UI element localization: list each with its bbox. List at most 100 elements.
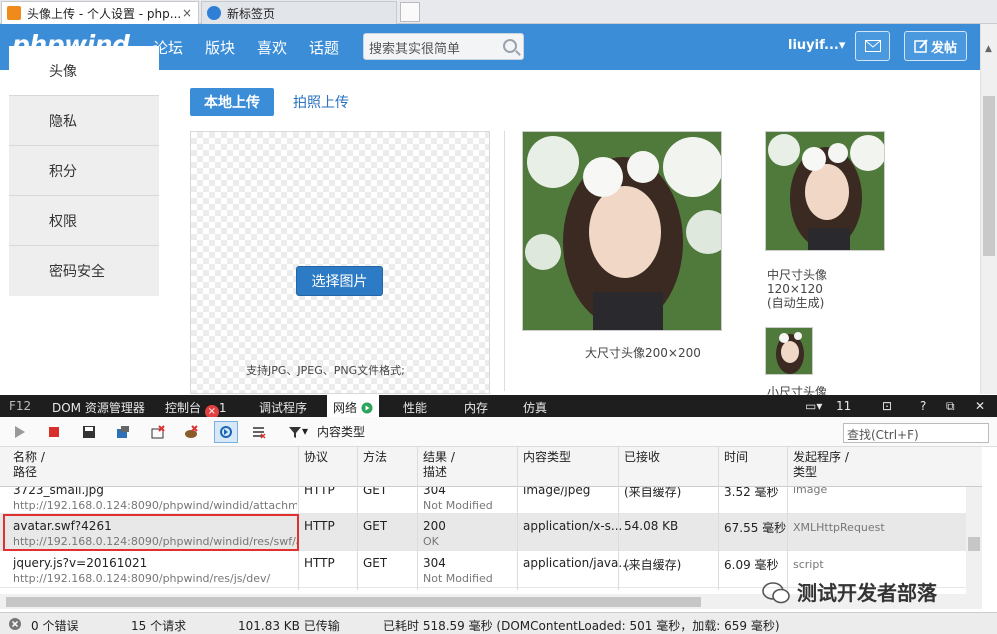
tab-local-upload[interactable]: 本地上传 [190, 88, 274, 116]
avatar-preview-small [765, 327, 813, 375]
tab-network[interactable]: 网络 [327, 395, 379, 417]
row-path: http://192.168.0.124:8090/phpwind/windid… [13, 499, 297, 512]
close-devtools-icon[interactable]: ✕ [975, 399, 985, 413]
row-desc: OK [423, 535, 439, 548]
start-profiling-icon[interactable] [13, 425, 27, 439]
clear-cookies-icon[interactable] [184, 425, 198, 439]
sidebar-item-permissions[interactable]: 权限 [9, 196, 159, 246]
row-desc: Not Modified [423, 572, 493, 585]
tab-performance[interactable]: 性能 [403, 399, 427, 416]
portrait-image [523, 132, 721, 330]
watermark-text: 测试开发者部落 [796, 581, 937, 605]
edit-icon [914, 39, 928, 53]
scrollbar-thumb[interactable] [968, 537, 980, 551]
col-method[interactable]: 方法 [363, 450, 387, 465]
row-received: (来自缓存) [624, 487, 682, 499]
column-divider [357, 447, 358, 590]
tab-memory[interactable]: 内存 [464, 399, 488, 416]
tab-console[interactable]: 控制台 × 1 [165, 399, 226, 419]
browser-tab-new[interactable]: 新标签页 [201, 1, 397, 24]
col-received[interactable]: 已接收 [624, 450, 660, 465]
search-icon[interactable] [503, 39, 517, 53]
export-icon[interactable] [82, 425, 96, 439]
table-vertical-scrollbar[interactable] [966, 487, 982, 594]
help-icon[interactable]: ? [920, 399, 926, 413]
stop-profiling-icon[interactable] [47, 425, 61, 439]
scroll-up-icon[interactable]: ▲ [985, 44, 992, 54]
scrollbar-thumb[interactable] [6, 597, 701, 607]
col-protocol[interactable]: 协议 [304, 450, 328, 465]
col-result[interactable]: 结果 / 描述 [423, 450, 455, 480]
tab-debugger[interactable]: 调试程序 [259, 399, 307, 416]
row-result: 304 [423, 556, 446, 570]
nav-boards[interactable]: 版块 [205, 37, 235, 58]
new-tab-button[interactable] [400, 2, 420, 22]
row-method: GET [363, 519, 388, 533]
message-button[interactable] [855, 31, 890, 61]
status-transferred: 101.83 KB 已传输 [238, 619, 340, 633]
page-scrollbar[interactable]: ▲ [980, 24, 997, 394]
browser-tab-label: 新标签页 [227, 6, 276, 21]
table-row[interactable]: 3723_small.jpg http://192.168.0.124:8090… [0, 487, 966, 514]
row-received: (来自缓存) [624, 558, 682, 572]
recording-icon [361, 402, 373, 414]
undock-icon[interactable]: ⧉ [946, 399, 955, 414]
row-type: application/java... [523, 556, 630, 570]
clear-entries-icon[interactable] [151, 425, 165, 439]
browser-tab-avatar-upload[interactable]: 头像上传 - 个人设置 - php... × [1, 1, 199, 24]
filter-dropdown-caret[interactable]: ▾ [302, 424, 308, 438]
row-initiator: XMLHttpRequest [793, 521, 885, 534]
scrollbar-thumb[interactable] [983, 96, 995, 256]
row-initiator: image [793, 487, 828, 496]
devtools-status-bar: 0 个错误 15 个请求 101.83 KB 已传输 已耗时 518.59 毫秒… [0, 612, 997, 634]
clear-cache-icon[interactable] [116, 425, 130, 439]
large-preview-caption: 大尺寸头像200×200 [585, 346, 701, 360]
choose-image-button[interactable]: 选择图片 [296, 266, 383, 296]
sidebar-item-password-security[interactable]: 密码安全 [9, 246, 159, 296]
find-input[interactable]: 查找(Ctrl+F) [843, 423, 989, 443]
console-toggle-icon[interactable]: ⊡ [882, 399, 892, 413]
status-requests: 15 个请求 [131, 619, 187, 633]
col-time[interactable]: 时间 [724, 450, 748, 465]
content-type-filter[interactable]: 内容类型 [317, 423, 365, 440]
medium-caption-size: 120×120 [767, 282, 823, 296]
close-tab-icon[interactable]: × [182, 6, 192, 20]
filter-icon[interactable] [288, 425, 302, 439]
col-initiator-line1: 发起程序 / [793, 450, 849, 464]
row-time: 67.55 毫秒 [724, 521, 787, 535]
tab-dom-explorer[interactable]: DOM 资源管理器 [52, 399, 145, 416]
column-divider [787, 447, 788, 590]
col-initiator-line2: 类型 [793, 465, 818, 479]
col-initiator[interactable]: 发起程序 / 类型 [793, 450, 849, 480]
monitor-count: 11 [836, 399, 852, 413]
always-refresh-toggle[interactable] [214, 421, 238, 443]
tab-network-label: 网络 [333, 401, 358, 415]
row-name: 3723_small.jpg [13, 487, 104, 497]
row-desc: Not Modified [423, 499, 493, 512]
col-content-type[interactable]: 内容类型 [523, 450, 571, 465]
col-name-line1: 名称 / [13, 450, 45, 464]
divider [504, 131, 505, 391]
tab-camera-upload[interactable]: 拍照上传 [293, 92, 349, 112]
tab-emulation[interactable]: 仿真 [523, 399, 547, 416]
upload-drop-area[interactable] [190, 131, 490, 394]
row-protocol: HTTP [304, 487, 335, 497]
user-menu[interactable]: liuyif...▾ [788, 38, 845, 53]
search-input[interactable]: 搜索其实很简单 [363, 33, 524, 60]
monitor-icon[interactable]: ▭▾ [805, 399, 822, 413]
sidebar-item-privacy[interactable]: 隐私 [9, 96, 159, 146]
clear-list-icon[interactable] [252, 425, 266, 439]
nav-topics[interactable]: 话题 [309, 37, 339, 58]
medium-caption-title: 中尺寸头像 [767, 268, 828, 282]
post-button[interactable]: 发帖 [904, 31, 967, 61]
small-caption: 小尺寸头像 [767, 385, 828, 395]
col-name[interactable]: 名称 / 路径 [13, 450, 45, 480]
sidebar-item-avatar[interactable]: 头像 [9, 46, 159, 96]
nav-likes[interactable]: 喜欢 [257, 37, 287, 58]
error-icon [9, 618, 21, 630]
row-method: GET [363, 487, 388, 497]
wechat-logo-icon [762, 582, 790, 604]
highlight-box [3, 514, 299, 551]
phpwind-favicon-icon [7, 6, 21, 20]
sidebar-item-points[interactable]: 积分 [9, 146, 159, 196]
